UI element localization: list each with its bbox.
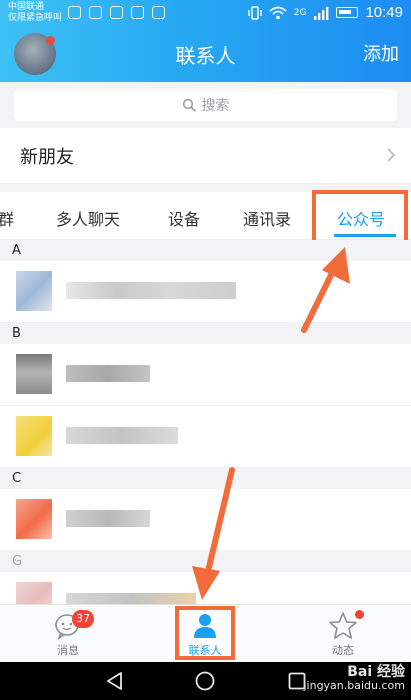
- blurred-name: [66, 427, 178, 444]
- page-title: 联系人: [175, 44, 236, 68]
- tab-address-book[interactable]: 通讯录: [243, 206, 291, 230]
- new-friends-label: 新朋友: [20, 146, 74, 168]
- annotation-highlight-box: [175, 606, 235, 660]
- notification-app-icon: [152, 6, 165, 19]
- unread-count-badge: 37: [72, 610, 94, 628]
- list-item[interactable]: [0, 261, 411, 323]
- section-header: A: [0, 240, 411, 261]
- tab-devices[interactable]: 设备: [168, 206, 200, 230]
- notification-icons: [68, 6, 165, 19]
- emergency-only-label: 仅限紧急呼叫: [8, 13, 63, 23]
- list-item[interactable]: [0, 344, 411, 406]
- battery-icon: [336, 7, 359, 18]
- section-header: C: [0, 468, 411, 489]
- watermark-url: jingyan.baidu.com: [303, 679, 405, 692]
- nav-messages-label: 消息: [57, 644, 79, 657]
- list-item[interactable]: [0, 572, 411, 604]
- list-item[interactable]: [0, 489, 411, 551]
- section-header: B: [0, 323, 411, 344]
- vibrate-icon: [248, 5, 262, 20]
- blurred-avatar: [16, 354, 52, 394]
- annotation-highlight-box: [312, 190, 408, 244]
- carrier-info: 中国联通 仅限紧急呼叫: [8, 2, 62, 24]
- blurred-name: [66, 282, 236, 299]
- blurred-name: [66, 365, 150, 382]
- search-icon: [182, 98, 196, 112]
- tab-multi-chat[interactable]: 多人聊天: [56, 206, 120, 230]
- notification-app-icon: [89, 6, 102, 19]
- app-header: 中国联通 仅限紧急呼叫 2G 10:49 联系人 添加: [0, 0, 411, 82]
- contact-list: A B C G: [0, 240, 411, 604]
- watermark: Bai 经验 jingyan.baidu.com: [303, 664, 405, 692]
- new-friends-row[interactable]: 新朋友: [0, 128, 411, 184]
- status-bar: 中国联通 仅限紧急呼叫 2G 10:49: [0, 0, 411, 28]
- search-placeholder: 搜索: [201, 98, 230, 114]
- tab-groups[interactable]: 群: [0, 206, 14, 230]
- nav-moments-label: 动态: [332, 644, 354, 657]
- status-clock: 10:49: [365, 4, 403, 21]
- list-item[interactable]: [0, 406, 411, 468]
- new-activity-dot: [355, 610, 364, 619]
- blurred-avatar: [16, 499, 52, 539]
- signal-icon: [314, 6, 329, 20]
- network-type-label: 2G: [293, 7, 307, 18]
- blurred-avatar: [16, 416, 52, 456]
- search-area: 搜索: [0, 82, 411, 128]
- status-indicators: 2G 10:49: [248, 4, 403, 21]
- blurred-name: [66, 510, 150, 527]
- search-input[interactable]: 搜索: [14, 89, 397, 121]
- add-button[interactable]: 添加: [363, 40, 399, 66]
- nav-moments[interactable]: 动态: [303, 610, 383, 658]
- system-navigation-bar: Bai 经验 jingyan.baidu.com: [0, 662, 411, 700]
- nav-messages[interactable]: 37 消息: [28, 610, 108, 658]
- notification-app-icon: [68, 6, 81, 19]
- carrier-name: 中国联通: [8, 2, 45, 12]
- section-header: G: [0, 551, 411, 572]
- notification-app-icon: [131, 6, 144, 19]
- notification-app-icon: [110, 6, 123, 19]
- home-circle-icon[interactable]: [194, 670, 216, 692]
- blurred-name: [66, 593, 196, 604]
- blurred-avatar: [16, 271, 52, 311]
- chevron-right-icon: [387, 148, 396, 162]
- star-icon: [329, 612, 357, 639]
- back-triangle-icon[interactable]: [104, 670, 126, 692]
- watermark-brand: Bai 经验: [347, 664, 405, 680]
- blurred-avatar: [16, 582, 52, 604]
- wifi-icon: [269, 6, 287, 19]
